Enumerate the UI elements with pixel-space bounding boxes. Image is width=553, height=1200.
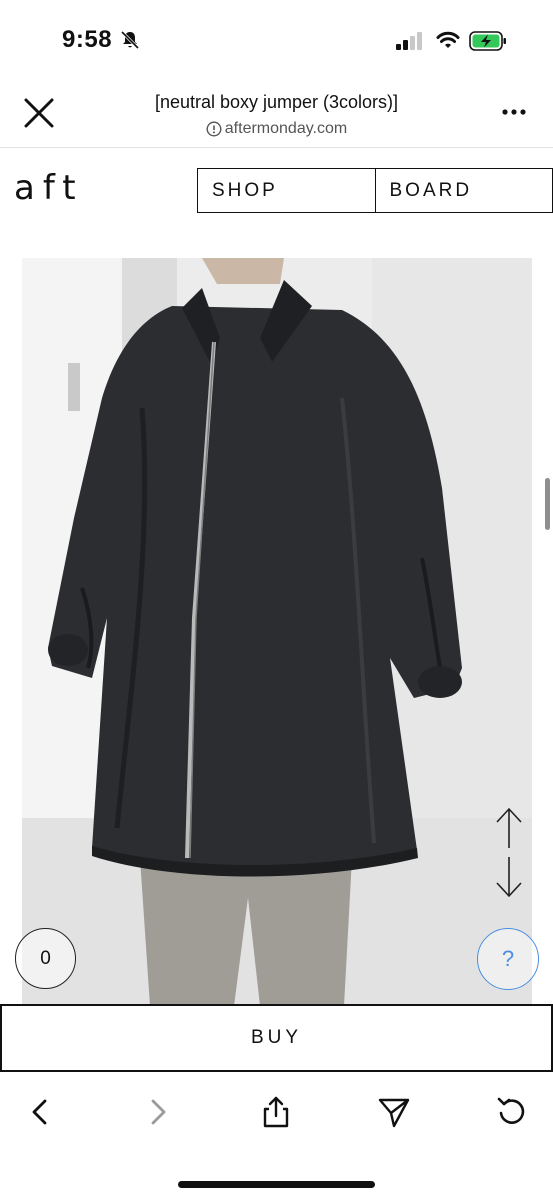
site-logo[interactable]: aft (14, 168, 84, 208)
nav-item-board[interactable]: BOARD (374, 169, 553, 212)
arrow-up-icon[interactable] (494, 806, 524, 850)
back-icon[interactable] (20, 1092, 60, 1132)
nav-item-shop[interactable]: SHOP (198, 169, 375, 212)
wifi-icon (436, 30, 460, 50)
cellular-signal-icon (396, 32, 424, 50)
close-icon[interactable] (22, 96, 56, 130)
scroll-indicator (545, 478, 550, 530)
status-bar: 9:58 (0, 0, 553, 78)
send-icon[interactable] (374, 1092, 414, 1132)
info-circle-icon (206, 121, 222, 137)
browser-header: [neutral boxy jumper (3colors)] aftermon… (0, 78, 553, 148)
site-nav: SHOP BOARD (197, 168, 553, 213)
url-text: aftermonday.com (224, 120, 348, 137)
help-button[interactable]: ? (477, 928, 539, 990)
more-options-icon[interactable] (500, 102, 528, 122)
page-title: [neutral boxy jumper (3colors)] (154, 92, 399, 112)
battery-charging-icon (469, 30, 507, 52)
status-time: 9:58 (62, 26, 113, 53)
home-indicator[interactable] (178, 1181, 375, 1188)
page-url[interactable]: aftermonday.com (90, 120, 463, 142)
buy-button[interactable]: BUY (0, 1004, 553, 1072)
share-icon[interactable] (256, 1092, 296, 1132)
forward-icon[interactable] (138, 1092, 178, 1132)
reload-icon[interactable] (492, 1092, 532, 1132)
arrow-down-icon[interactable] (494, 855, 524, 899)
bell-slash-icon (120, 30, 140, 50)
product-photo (22, 258, 532, 1006)
cart-count-button[interactable]: 0 (15, 928, 76, 989)
